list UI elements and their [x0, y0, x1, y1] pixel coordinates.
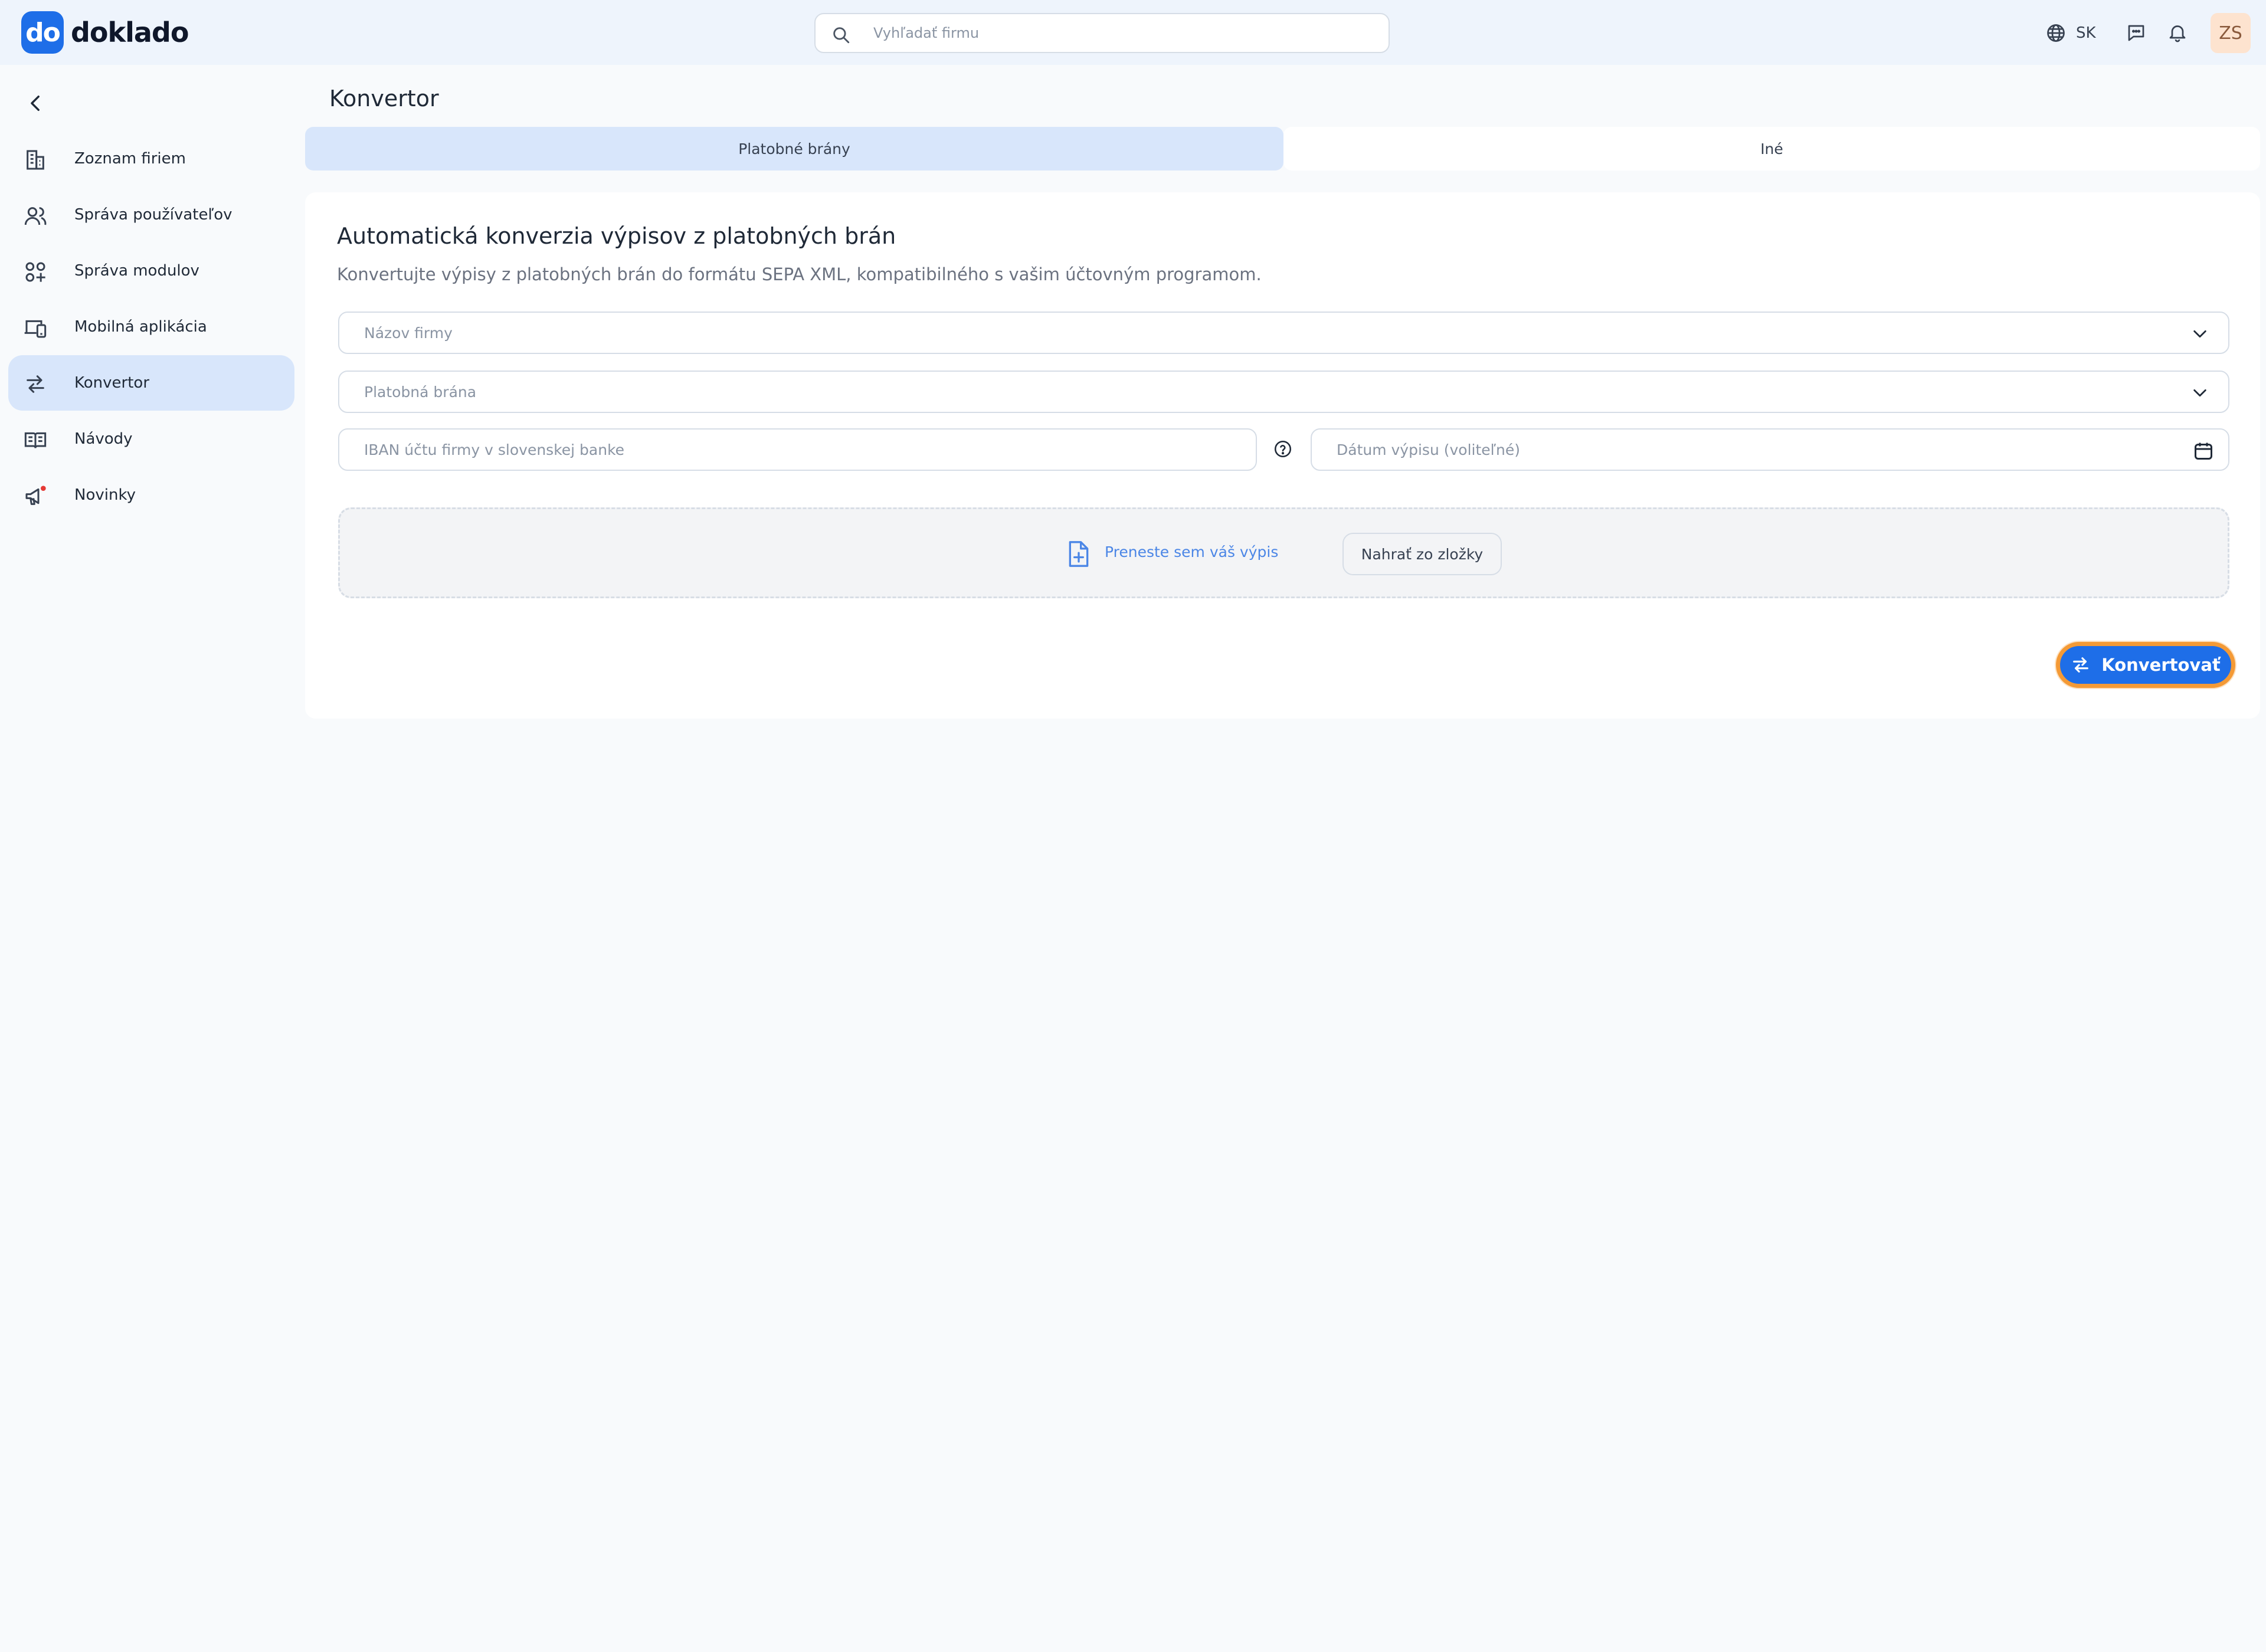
sidebar-item-label: Mobilná aplikácia	[74, 318, 207, 336]
bell-icon[interactable]	[2167, 21, 2188, 44]
statement-date-input[interactable]	[1337, 430, 2162, 470]
page-title: Konvertor	[329, 86, 439, 112]
sidebar-item-news[interactable]: Novinky	[8, 467, 294, 523]
iban-field[interactable]	[338, 428, 1257, 471]
iban-input[interactable]	[364, 430, 1189, 470]
sidebar-item-label: Konvertor	[74, 374, 150, 392]
megaphone-icon	[24, 484, 47, 508]
logo-mark: do	[21, 11, 64, 54]
chevron-down-icon[interactable]	[2190, 385, 2209, 401]
sidebar-item-label: Novinky	[74, 486, 136, 504]
dropzone-label: Preneste sem váš výpis	[1105, 543, 1279, 560]
avatar[interactable]: ZS	[2211, 13, 2251, 53]
tab-payment-gateways[interactable]: Platobné brány	[305, 127, 1283, 171]
sidebar-item-converter[interactable]: Konvertor	[8, 355, 294, 411]
sidebar-item-mobile-app[interactable]: Mobilná aplikácia	[8, 299, 294, 355]
upload-from-folder-button[interactable]: Nahrať zo zložky	[1342, 533, 1502, 575]
building-icon	[24, 148, 47, 172]
chat-icon[interactable]	[2126, 22, 2147, 44]
sidebar-item-label: Návody	[74, 430, 133, 448]
logo[interactable]: do doklado	[21, 11, 189, 54]
gateway-select[interactable]	[338, 371, 2229, 413]
book-icon	[24, 428, 47, 452]
arrows-exchange-icon	[24, 372, 47, 396]
tab-bar: Platobné brány Iné	[305, 127, 2260, 171]
file-dropzone[interactable]: Preneste sem váš výpis Nahrať zo zložky	[338, 507, 2229, 598]
sidebar-nav: Zoznam firiem Správa používateľov Správa…	[8, 131, 294, 523]
chevron-down-icon[interactable]	[2190, 326, 2209, 342]
gateway-input[interactable]	[364, 372, 2064, 412]
arrows-exchange-icon	[2071, 655, 2091, 675]
company-select[interactable]	[338, 312, 2229, 354]
sidebar-item-modules[interactable]: Správa modulov	[8, 243, 294, 299]
calendar-icon[interactable]	[2193, 440, 2214, 461]
statement-date-field[interactable]	[1311, 428, 2229, 471]
convert-button[interactable]: Konvertovať	[2056, 642, 2235, 688]
search-box	[814, 13, 1390, 53]
converter-card: Automatická konverzia výpisov z platobný…	[305, 192, 2260, 719]
users-icon	[24, 204, 47, 228]
language-switch[interactable]: SK	[2045, 22, 2096, 44]
search-icon	[831, 25, 851, 45]
modules-icon	[24, 260, 47, 284]
sidebar-item-users[interactable]: Správa používateľov	[8, 187, 294, 242]
sidebar-item-companies[interactable]: Zoznam firiem	[8, 131, 294, 186]
company-input[interactable]	[364, 313, 2064, 353]
logo-text: doklado	[71, 17, 189, 48]
sidebar-item-guides[interactable]: Návody	[8, 411, 294, 467]
tab-other[interactable]: Iné	[1283, 127, 2260, 171]
card-title: Automatická konverzia výpisov z platobný…	[337, 223, 896, 249]
sidebar-item-label: Zoznam firiem	[74, 150, 186, 168]
sidebar-item-label: Správa používateľov	[74, 206, 233, 224]
search-input[interactable]	[873, 14, 1369, 52]
top-bar: do doklado SK ZS	[0, 0, 2266, 65]
help-circle-icon[interactable]	[1273, 439, 1293, 459]
back-chevron-icon[interactable]	[26, 93, 46, 113]
language-label: SK	[2076, 24, 2096, 42]
card-subtitle: Konvertujte výpisy z platobných brán do …	[337, 264, 1262, 284]
mobile-devices-icon	[24, 316, 47, 340]
globe-icon	[2045, 22, 2067, 44]
convert-button-label: Konvertovať	[2101, 655, 2221, 675]
sidebar-item-label: Správa modulov	[74, 262, 199, 280]
file-plus-icon	[1066, 540, 1092, 568]
